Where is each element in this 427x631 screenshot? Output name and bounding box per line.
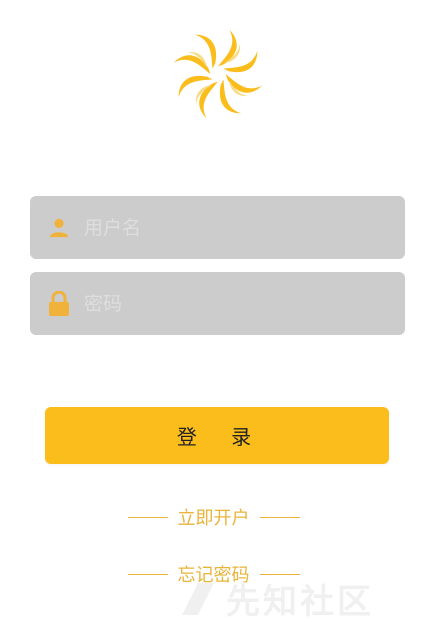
watermark: 先知社区 bbox=[178, 574, 374, 623]
username-field[interactable] bbox=[30, 196, 405, 259]
divider-line bbox=[259, 516, 300, 518]
user-icon bbox=[46, 215, 72, 241]
password-field[interactable] bbox=[30, 272, 405, 335]
password-input[interactable] bbox=[82, 291, 366, 316]
register-link-row: 立即开户 bbox=[0, 504, 427, 530]
divider-line bbox=[127, 516, 168, 518]
watermark-text: 先知社区 bbox=[226, 582, 374, 622]
username-input[interactable] bbox=[82, 215, 366, 240]
divider-line bbox=[127, 573, 168, 575]
login-button[interactable]: 登 录 bbox=[45, 407, 389, 464]
lock-icon bbox=[46, 290, 72, 317]
watermark-logo-icon bbox=[182, 582, 214, 615]
app-logo bbox=[173, 29, 263, 119]
register-link[interactable]: 立即开户 bbox=[178, 504, 250, 530]
